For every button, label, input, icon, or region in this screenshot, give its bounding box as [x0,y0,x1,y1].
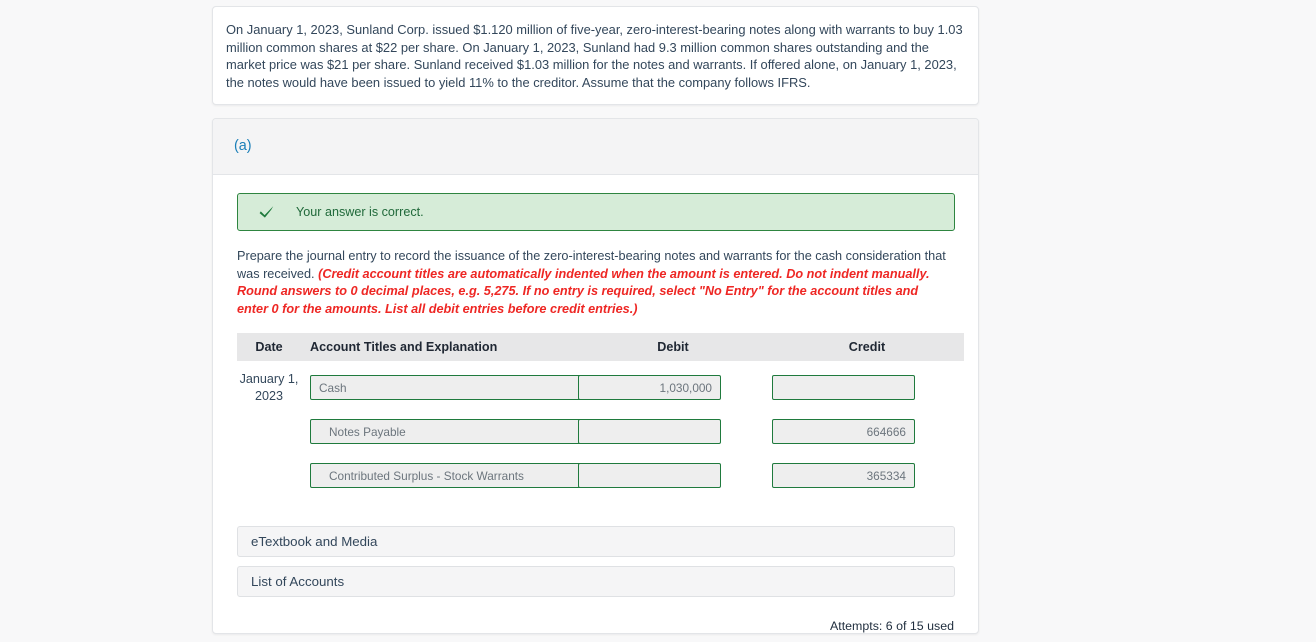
part-header: (a) [213,119,978,175]
journal-table-body: January 1, 2023 [237,361,964,493]
answer-body: Your answer is correct. Prepare the jour… [213,175,978,633]
table-spacer-row [237,361,964,371]
debit-cell [576,459,770,493]
spacer-cell [301,449,576,459]
spacer-cell [237,361,301,371]
account-cell [301,459,617,493]
spacer-cell [770,449,964,459]
credit-amount-input-2[interactable] [772,419,915,445]
spacer-cell [770,361,964,371]
problem-statement-card: On January 1, 2023, Sunland Corp. issued… [212,6,979,106]
account-title-input-2[interactable] [310,419,617,445]
instructions-note: (Credit account titles are automatically… [237,266,930,317]
account-title-input-3[interactable] [310,463,617,489]
table-row [237,459,964,493]
problem-statement-text: On January 1, 2023, Sunland Corp. issued… [226,22,963,90]
spacer-cell [301,405,576,415]
list-of-accounts-label: List of Accounts [251,573,345,589]
question-part-card: (a) Your answer is correct. Prepare the … [212,118,979,634]
column-header-debit: Debit [576,332,770,361]
credit-amount-input-3[interactable] [772,463,915,489]
feedback-message: Your answer is correct. [296,205,424,219]
instructions: Prepare the journal entry to record the … [237,248,955,319]
feedback-banner: Your answer is correct. [237,193,955,231]
etextbook-and-media-panel[interactable]: eTextbook and Media [237,525,955,557]
spacer-cell [576,449,770,459]
debit-cell [576,371,770,405]
column-header-credit: Credit [770,332,964,361]
list-of-accounts-panel[interactable]: List of Accounts [237,565,955,597]
attempts-status: Attempts: 6 of 15 used [830,618,954,633]
etextbook-and-media-label: eTextbook and Media [251,533,378,549]
credit-cell [770,371,964,405]
journal-date-cell-empty [237,415,301,449]
debit-cell [576,415,770,449]
journal-date-cell: January 1, 2023 [239,371,299,403]
table-row [237,415,964,449]
journal-header-row: Date Account Titles and Explanation Debi… [237,332,964,361]
debit-amount-input-1[interactable] [578,375,721,401]
journal-table-head: Date Account Titles and Explanation Debi… [237,332,964,361]
journal-entry-table: Date Account Titles and Explanation Debi… [237,332,964,493]
check-icon [259,204,275,220]
table-spacer-row [237,449,964,459]
spacer-cell [576,361,770,371]
account-cell [301,371,617,405]
spacer-cell [237,449,301,459]
credit-amount-input-1[interactable] [772,375,915,401]
page-root: On January 1, 2023, Sunland Corp. issued… [0,0,1316,642]
column-header-account: Account Titles and Explanation [301,332,576,361]
account-title-input-1[interactable] [310,375,617,401]
credit-cell [770,459,964,493]
spacer-cell [237,405,301,415]
table-spacer-row [237,405,964,415]
debit-amount-input-2[interactable] [578,419,721,445]
debit-amount-input-3[interactable] [578,463,721,489]
spacer-cell [770,405,964,415]
spacer-cell [576,405,770,415]
credit-cell [770,415,964,449]
resource-panels: eTextbook and Media List of Accounts [237,525,955,597]
account-cell [301,415,617,449]
table-row: January 1, 2023 [237,371,964,405]
part-label[interactable]: (a) [234,139,252,154]
spacer-cell [301,361,576,371]
column-header-date: Date [237,332,301,361]
journal-date-cell-empty [237,459,301,493]
